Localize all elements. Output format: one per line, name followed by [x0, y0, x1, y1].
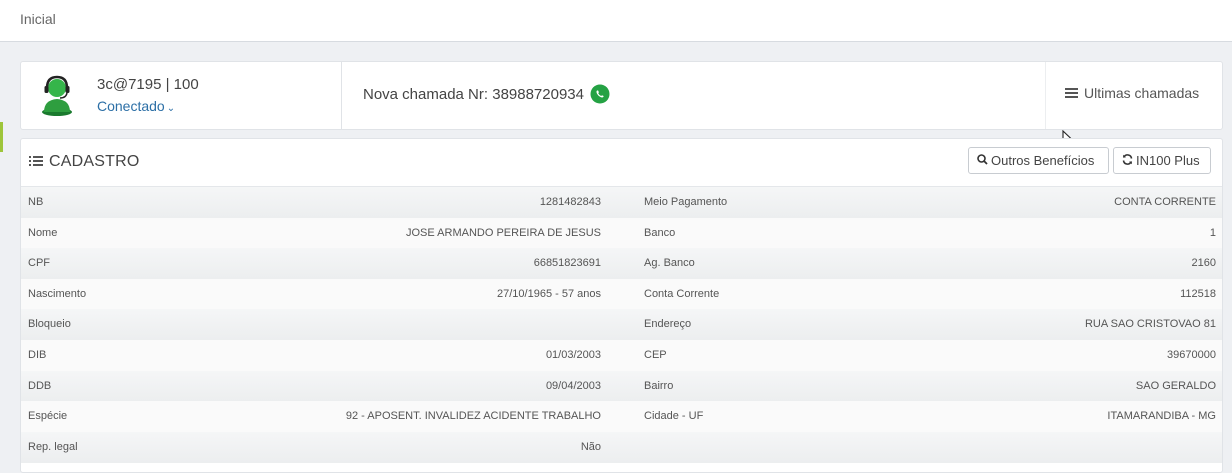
menu-icon: [1065, 88, 1078, 98]
field-label: Banco: [644, 226, 676, 239]
table-row: Nascimento 27/10/1965 - 57 anos Conta Corr…: [21, 278, 1222, 310]
side-accent: [0, 122, 3, 152]
search-icon: [977, 149, 988, 174]
field-label: Endereço: [644, 318, 692, 331]
field-value: CONTA CORRENTE: [1114, 196, 1216, 208]
table-row: Rep. legal Não: [21, 431, 1222, 463]
field-label: CPF: [28, 257, 50, 270]
field-value: RUA SAO CRISTOVAO 81: [1084, 318, 1216, 331]
cadastro-title: CADASTRO: [49, 153, 140, 170]
field-value: Não: [580, 440, 601, 453]
breadcrumb[interactable]: Inicial: [20, 11, 56, 27]
top-bar: Inicial: [0, 0, 1232, 42]
whatsapp-icon[interactable]: [590, 84, 610, 104]
in100-plus-button[interactable]: IN100 Plus: [1113, 147, 1211, 174]
divider: [341, 62, 342, 129]
cadastro-panel: CADASTRO Outros Benefícios IN100 Plus NB…: [20, 138, 1223, 473]
refresh-icon: [1122, 149, 1133, 174]
field-value: 2160: [1191, 257, 1216, 270]
field-label: Bairro: [644, 379, 674, 392]
field-label: Ag. Banco: [644, 257, 695, 270]
field-value: 1281482843: [539, 196, 601, 208]
table-row: DDB 09/04/2003 Bairro SAO GERALDO: [21, 370, 1222, 402]
field-value: 01/03/2003: [545, 349, 601, 361]
in100-plus-label: IN100 Plus: [1136, 153, 1200, 168]
field-value: 66851823691: [533, 257, 601, 270]
field-label: Conta Corrente: [644, 287, 720, 300]
field-label: Cidade - UF: [644, 410, 704, 423]
field-label: Nascimento: [28, 287, 87, 300]
field-value: JOSE ARMANDO PEREIRA DE JESUS: [406, 226, 601, 239]
outros-beneficios-button[interactable]: Outros Benefícios: [968, 147, 1109, 174]
field-value: 112518: [1180, 287, 1216, 300]
field-label: Nome: [28, 226, 58, 239]
field-value: 09/04/2003: [545, 379, 601, 392]
field-value: 27/10/1965 - 57 anos: [497, 287, 601, 300]
table-row: Bloqueio Endereço RUA SAO CRISTOVAO 81: [21, 309, 1222, 341]
field-label: DDB: [28, 379, 52, 392]
field-label: Espécie: [28, 410, 68, 423]
agent-status-dropdown[interactable]: Conectado ⌄: [97, 98, 175, 114]
field-label: Meio Pagamento: [644, 196, 728, 208]
cadastro-grid: NB 1281482843 Meio Pagamento CONTA CORRENTE…: [21, 186, 1222, 463]
divider: [1045, 62, 1046, 129]
field-value: 39670000: [1167, 349, 1216, 361]
outros-beneficios-label: Outros Benefícios: [991, 153, 1095, 168]
field-label: CEP: [644, 349, 667, 361]
table-row: NB 1281482843 Meio Pagamento CONTA CORRENTE: [21, 187, 1222, 218]
call-info: Nova chamada Nr: 38988720934: [363, 84, 610, 104]
field-label: Bloqueio: [28, 318, 71, 331]
chevron-down-icon: ⌄: [166, 103, 176, 114]
agent-panel: 3c@7195 | 100 Conectado ⌄ Nova chamada Nr…: [20, 61, 1223, 130]
field-label: NB: [28, 196, 44, 208]
list-icon: [29, 155, 43, 166]
field-value: ITAMARANDIBA - MG: [1107, 410, 1216, 423]
table-row: DIB 01/03/2003 CEP 39670000: [21, 340, 1222, 371]
field-value: 1: [1209, 226, 1216, 239]
agent-avatar-icon: [39, 74, 75, 116]
field-value: SAO GERALDO: [1135, 379, 1216, 392]
field-label: DIB: [28, 349, 47, 361]
table-row: CPF 66851823691 Ag. Banco 2160: [21, 248, 1222, 280]
table-row: Nome JOSE ARMANDO PEREIRA DE JESUS Banco 1: [21, 217, 1222, 249]
field-value: 92 - APOSENT. INVALIDEZ ACIDENTE TRABALH…: [345, 410, 601, 423]
last-calls-label: Ultimas chamadas: [1084, 85, 1200, 101]
agent-id: 3c@7195 | 100: [97, 76, 199, 93]
table-row: Espécie 92 - APOSENT. INVALIDEZ ACIDENTE …: [21, 401, 1222, 433]
field-label: Rep. legal: [28, 440, 78, 453]
cadastro-heading: CADASTRO: [29, 153, 140, 171]
call-number-text: Nova chamada Nr: 38988720934: [363, 86, 584, 103]
agent-status-label: Conectado: [97, 98, 165, 114]
last-calls-button[interactable]: Ultimas chamadas: [1065, 85, 1199, 101]
